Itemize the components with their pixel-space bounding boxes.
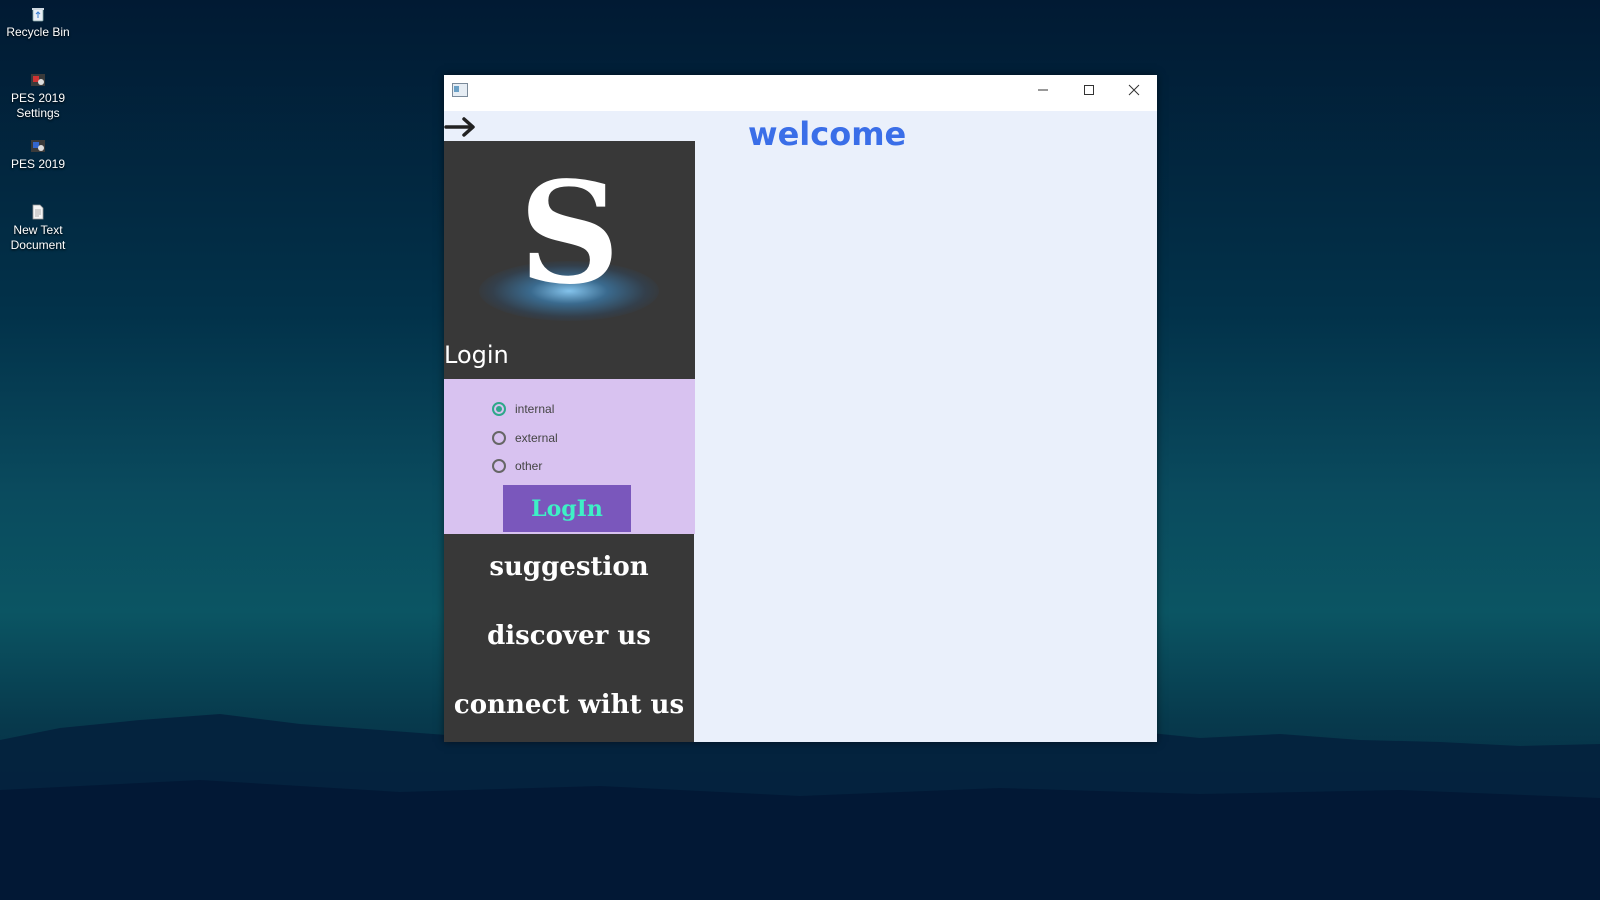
sidebar: S Login internal external other LogIn su… — [444, 141, 695, 742]
desktop-icon-label: New Text Document — [10, 223, 66, 252]
desktop-icon-pes[interactable]: PES 2019 — [0, 138, 76, 172]
radio-label: other — [515, 459, 543, 473]
minimize-button[interactable] — [1020, 75, 1066, 105]
login-button[interactable]: LogIn — [503, 485, 631, 532]
recycle-bin-icon — [32, 8, 44, 22]
game-icon — [31, 140, 45, 152]
app-window: S Login internal external other LogIn su… — [444, 75, 1157, 742]
desktop-icon-recycle-bin[interactable]: Recycle Bin — [0, 6, 76, 40]
welcome-heading: welcome — [748, 115, 907, 153]
desktop-icon-text-document[interactable]: New Text Document — [0, 204, 76, 253]
title-bar[interactable] — [444, 75, 1157, 111]
radio-internal[interactable]: internal — [492, 402, 554, 416]
radio-button[interactable] — [492, 459, 506, 473]
radio-label: external — [515, 431, 558, 445]
radio-external[interactable]: external — [492, 431, 558, 445]
menu-item-suggestion[interactable]: suggestion — [444, 552, 694, 582]
maximize-icon — [1084, 85, 1094, 95]
menu-panel: suggestion discover us connect wiht us — [444, 534, 694, 742]
desktop-icon-label: Recycle Bin — [6, 25, 70, 39]
minimize-icon — [1038, 89, 1048, 91]
text-document-icon — [32, 204, 44, 220]
logo: S — [518, 152, 621, 316]
radio-button-checked[interactable] — [492, 402, 506, 416]
close-icon — [1128, 84, 1140, 96]
app-icon — [452, 83, 468, 97]
arrow-right-icon[interactable] — [444, 115, 478, 139]
close-button[interactable] — [1111, 75, 1157, 105]
login-heading: Login — [444, 341, 509, 369]
menu-item-connect[interactable]: connect wiht us — [444, 690, 694, 720]
game-settings-icon — [31, 74, 45, 86]
logo-panel: S Login — [444, 141, 695, 379]
login-panel: internal external other LogIn — [444, 379, 695, 534]
maximize-button[interactable] — [1066, 75, 1112, 105]
radio-button[interactable] — [492, 431, 506, 445]
desktop-icon-label: PES 2019 — [10, 157, 66, 171]
radio-label: internal — [515, 402, 555, 416]
menu-item-discover-us[interactable]: discover us — [444, 621, 694, 651]
radio-other[interactable]: other — [492, 459, 542, 473]
desktop-icon-label: PES 2019 Settings — [10, 91, 66, 120]
desktop-icon-pes-settings[interactable]: PES 2019 Settings — [0, 72, 76, 121]
